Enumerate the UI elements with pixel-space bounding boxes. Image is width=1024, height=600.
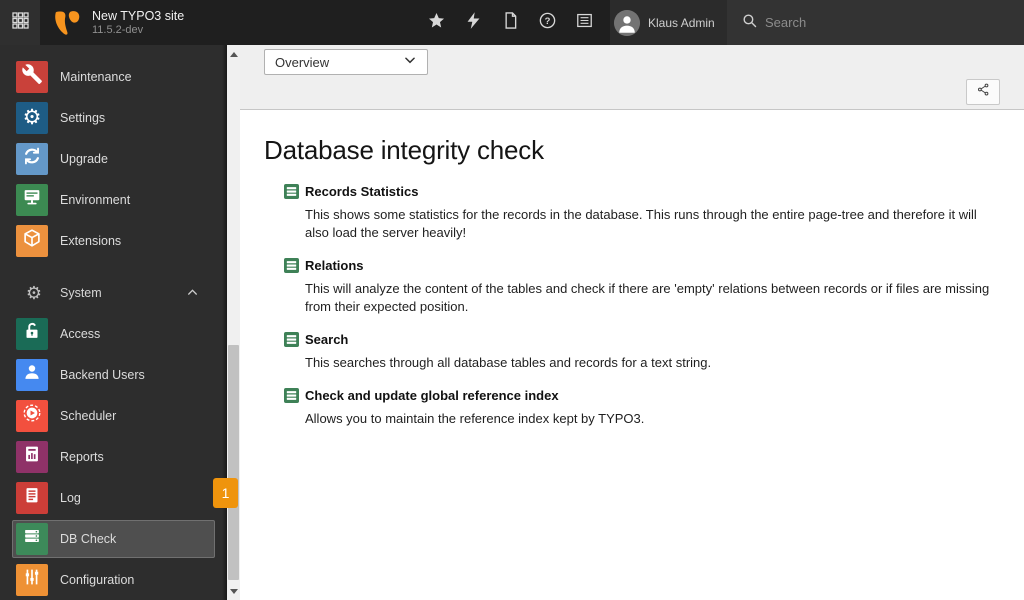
app-grid-icon xyxy=(11,11,30,35)
sidebar-item-label: Environment xyxy=(60,192,131,207)
share-button[interactable] xyxy=(966,79,1000,105)
chart-document-icon xyxy=(21,443,43,470)
topbar: New TYPO3 site 11.5.2-dev ? Klaus Admin … xyxy=(0,0,1024,45)
sidebar-item-extensions[interactable]: Extensions xyxy=(0,220,227,261)
sidebar-section-system[interactable]: ⚙ System xyxy=(0,272,227,313)
opened-documents-icon xyxy=(575,11,594,35)
bookmark-button[interactable] xyxy=(418,0,455,45)
check-item-title: Search xyxy=(305,332,349,347)
new-document-button[interactable] xyxy=(492,0,529,45)
scrollbar-thumb[interactable] xyxy=(228,345,239,580)
topbar-toolbar: ? xyxy=(418,0,603,45)
site-brand[interactable]: New TYPO3 site 11.5.2-dev xyxy=(40,0,184,45)
sliders-icon xyxy=(21,566,43,593)
database-icon xyxy=(21,525,43,552)
sidebar-item-label: Configuration xyxy=(60,572,135,587)
sidebar-item-configuration[interactable]: Configuration xyxy=(0,559,227,600)
check-item-search: Search This searches through all databas… xyxy=(284,332,1000,372)
share-icon xyxy=(976,82,991,102)
scroll-up-arrow[interactable] xyxy=(227,47,240,61)
sidebar-item-label: Reports xyxy=(60,449,104,464)
function-menu-select[interactable]: Overview xyxy=(264,49,428,75)
user-name: Klaus Admin xyxy=(648,15,715,30)
gear-icon: ⚙ xyxy=(22,106,42,129)
sidebar-item-settings[interactable]: ⚙ Settings xyxy=(0,97,227,138)
wrench-icon xyxy=(21,63,43,90)
bookmark-star-icon xyxy=(427,11,446,35)
search-input[interactable] xyxy=(765,15,1005,30)
search-icon xyxy=(741,12,758,34)
chevron-up-icon xyxy=(186,286,199,299)
typo3-backend: New TYPO3 site 11.5.2-dev ? Klaus Admin … xyxy=(0,0,1024,600)
sidebar-item-environment[interactable]: Environment xyxy=(0,179,227,220)
chevron-down-icon xyxy=(403,53,417,72)
check-item-records-statistics: Records Statistics This shows some stati… xyxy=(284,184,1000,242)
sidebar-item-log[interactable]: Log xyxy=(0,477,227,518)
sidebar-item-label: Upgrade xyxy=(60,151,108,166)
svg-text:?: ? xyxy=(545,15,551,26)
db-check-count-badge: 1 xyxy=(213,478,238,508)
unlock-icon xyxy=(21,320,43,347)
clear-cache-button[interactable] xyxy=(455,0,492,45)
topbar-search xyxy=(727,0,1024,45)
check-item-title: Records Statistics xyxy=(305,184,419,199)
sidebar-item-scheduler[interactable]: Scheduler xyxy=(0,395,227,436)
check-item-title: Check and update global reference index xyxy=(305,388,559,403)
person-icon xyxy=(21,361,43,388)
sidebar-scrollbar[interactable] xyxy=(227,45,240,600)
check-item-description: This will analyze the content of the tab… xyxy=(305,281,990,314)
refresh-icon xyxy=(21,145,43,172)
sidebar-item-label: Maintenance xyxy=(60,69,132,84)
sidebar-item-backend-users[interactable]: Backend Users xyxy=(0,354,227,395)
doc-header: Overview xyxy=(240,45,1024,110)
sidebar-item-label: Access xyxy=(60,326,101,341)
module-menu: Maintenance ⚙ Settings Upgrade Environme… xyxy=(0,45,227,600)
monitor-icon xyxy=(21,186,43,213)
sidebar-item-access[interactable]: Access xyxy=(0,313,227,354)
module-body: Database integrity check Records Statist… xyxy=(240,111,1024,600)
sidebar-item-label: DB Check xyxy=(60,531,117,546)
database-icon xyxy=(284,388,299,403)
clear-cache-bolt-icon xyxy=(464,11,483,35)
opened-documents-button[interactable] xyxy=(566,0,603,45)
user-menu[interactable]: Klaus Admin xyxy=(610,0,727,45)
sidebar-item-label: Settings xyxy=(60,110,106,125)
sidebar-item-upgrade[interactable]: Upgrade xyxy=(0,138,227,179)
check-item-reference-index: Check and update global reference index … xyxy=(284,388,1000,428)
help-icon: ? xyxy=(538,11,557,35)
all-modules-button[interactable] xyxy=(0,0,40,45)
scroll-down-arrow[interactable] xyxy=(227,584,240,598)
check-item-title: Relations xyxy=(305,258,364,273)
typo3-logo-icon xyxy=(52,9,82,37)
check-item-description: This shows some statistics for the recor… xyxy=(305,207,977,240)
check-item-description: Allows you to maintain the reference ind… xyxy=(305,411,645,426)
sidebar-item-db-check[interactable]: DB Check xyxy=(12,519,215,558)
sidebar-item-label: Backend Users xyxy=(60,367,145,382)
site-title: New TYPO3 site xyxy=(92,8,185,23)
database-icon xyxy=(284,184,299,199)
help-button[interactable]: ? xyxy=(529,0,566,45)
new-document-icon xyxy=(501,11,520,35)
sidebar-item-label: Extensions xyxy=(60,233,122,248)
sidebar-item-label: Scheduler xyxy=(60,408,117,423)
sidebar-item-reports[interactable]: Reports xyxy=(0,436,227,477)
function-menu-value: Overview xyxy=(275,54,330,70)
avatar-icon xyxy=(614,9,640,36)
gear-outline-icon: ⚙ xyxy=(25,282,43,303)
database-icon xyxy=(284,258,299,273)
check-item-relations: Relations This will analyze the content … xyxy=(284,258,1000,316)
database-icon xyxy=(284,332,299,347)
page-title: Database integrity check xyxy=(264,135,544,165)
check-item-description: This searches through all database table… xyxy=(305,355,712,370)
sidebar-item-maintenance[interactable]: Maintenance xyxy=(0,56,227,97)
list-document-icon xyxy=(21,484,43,511)
cube-icon xyxy=(21,227,43,254)
site-version: 11.5.2-dev xyxy=(92,23,144,36)
play-circle-icon xyxy=(21,402,43,429)
sidebar-section-label: System xyxy=(60,285,102,300)
sidebar-item-label: Log xyxy=(60,490,81,505)
